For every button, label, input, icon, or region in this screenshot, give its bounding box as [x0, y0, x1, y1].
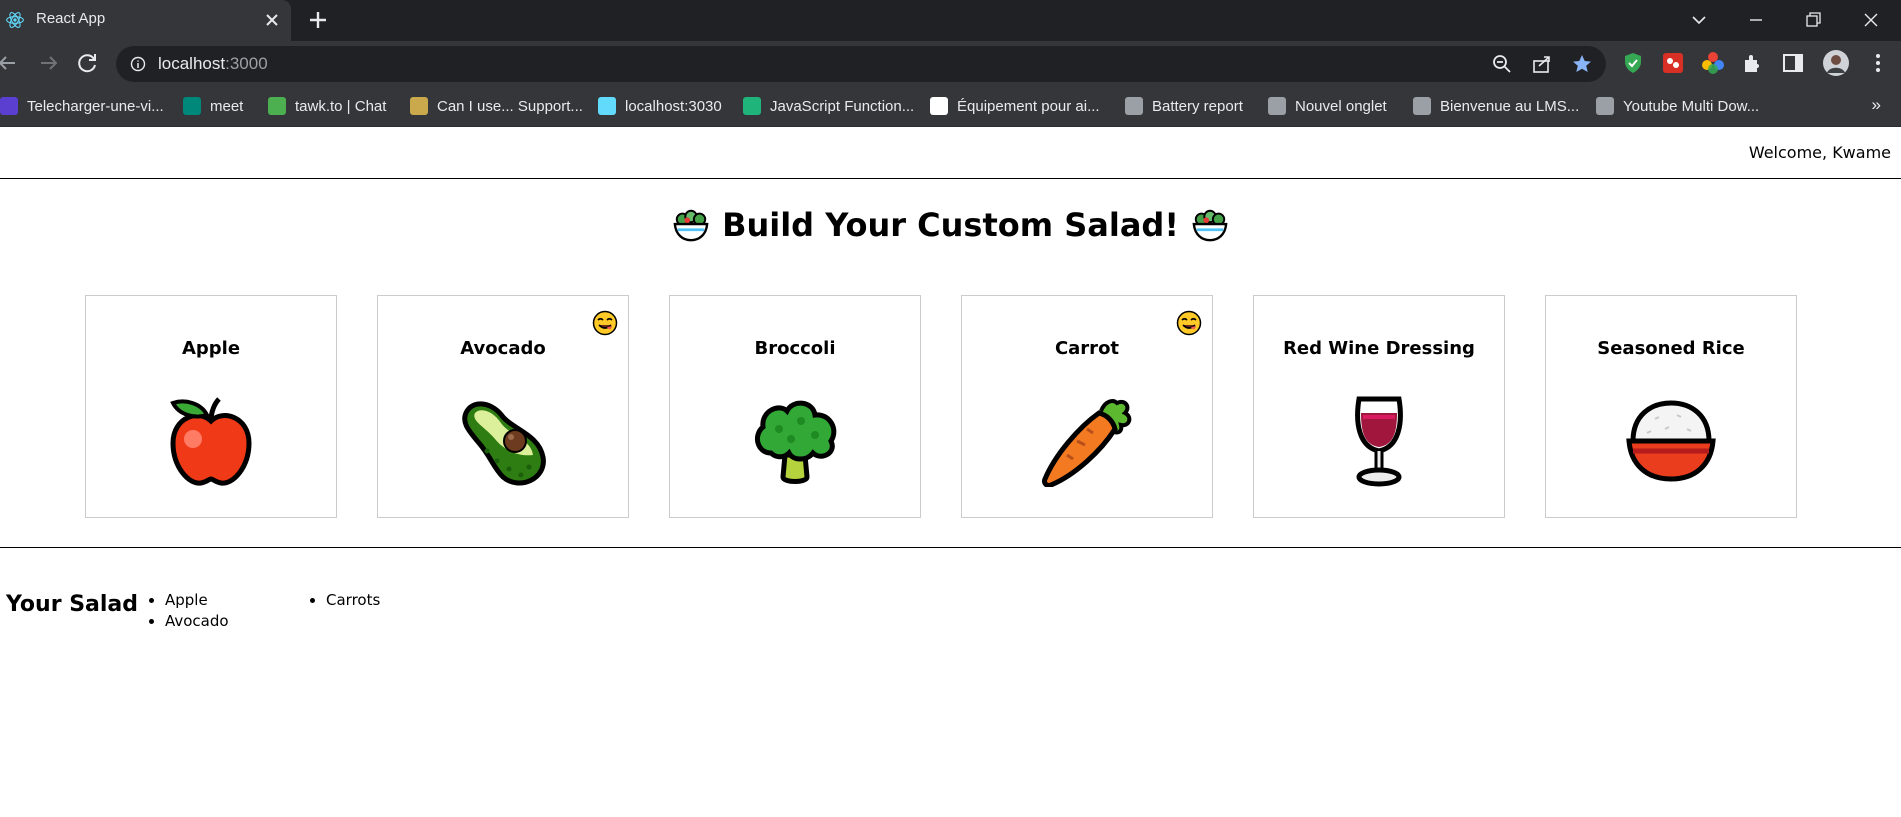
bookmark-item[interactable]: Bienvenue au LMS...: [1413, 94, 1579, 118]
bookmark-item[interactable]: Youtube Multi Dow...: [1596, 94, 1759, 118]
page-title: Build Your Custom Salad!: [722, 206, 1179, 244]
ingredient-card-carrot[interactable]: Carrot: [961, 295, 1213, 518]
close-icon[interactable]: [261, 9, 283, 31]
ingredient-name: Avocado: [460, 338, 546, 359]
ingredient-name: Red Wine Dressing: [1283, 338, 1475, 359]
list-item: Carrots: [326, 590, 465, 611]
salad-items-list: Apple Avocado Carrots: [145, 590, 465, 632]
favorite-emoji-icon[interactable]: [1176, 310, 1202, 336]
bookmark-favicon-icon: [930, 97, 948, 115]
tab-title: React App: [36, 10, 106, 27]
new-tab-icon[interactable]: [306, 8, 330, 32]
bookmarks-bar: Telecharger-une-vi... meet tawk.to | Cha…: [0, 87, 1901, 127]
bookmark-item[interactable]: localhost:3030: [598, 94, 722, 118]
side-panel-icon[interactable]: [1781, 51, 1805, 75]
app-page: Welcome, Kwame Build Your Custom Salad! …: [0, 127, 1901, 817]
salad-bowl-icon: [1192, 209, 1228, 242]
url-text: localhost:3000: [158, 54, 268, 73]
back-icon[interactable]: [0, 50, 20, 76]
bookmark-favicon-icon: [1596, 97, 1614, 115]
welcome-message: Welcome, Kwame: [1748, 143, 1891, 162]
minimize-icon[interactable]: [1743, 7, 1769, 33]
bookmark-favicon-icon: [1268, 97, 1286, 115]
ingredient-name: Broccoli: [754, 338, 836, 359]
apple-icon: [170, 397, 252, 486]
favorite-emoji-icon[interactable]: [592, 310, 618, 336]
bookmark-favicon-icon: [1125, 97, 1143, 115]
bookmark-favicon-icon: [183, 97, 201, 115]
address-bar[interactable]: localhost:3000: [116, 46, 1606, 82]
ingredient-card-seasoned-rice[interactable]: Seasoned Rice: [1545, 295, 1797, 518]
section-divider: [0, 547, 1901, 548]
bookmark-item[interactable]: meet: [183, 94, 243, 118]
ingredient-name: Seasoned Rice: [1597, 338, 1745, 359]
bookmark-item[interactable]: Can I use... Support...: [410, 94, 583, 118]
rice-bowl-icon: [1626, 400, 1716, 482]
ingredient-card-apple[interactable]: Apple: [85, 295, 337, 518]
salad-heading: Your Salad: [6, 592, 139, 617]
reload-icon[interactable]: [75, 50, 101, 76]
bookmark-item[interactable]: Nouvel onglet: [1268, 94, 1387, 118]
ingredient-card-red-wine-dressing[interactable]: Red Wine Dressing: [1253, 295, 1505, 518]
wine-glass-icon: [1355, 396, 1403, 487]
page-heading: Build Your Custom Salad!: [0, 203, 1901, 247]
bookmark-item[interactable]: tawk.to | Chat: [268, 94, 386, 118]
broccoli-icon: [754, 400, 837, 484]
list-item: Avocado: [165, 611, 304, 632]
profile-avatar-icon[interactable]: [1822, 49, 1850, 77]
bookmark-favicon-icon: [0, 97, 18, 115]
restore-icon[interactable]: [1800, 7, 1826, 33]
bookmark-item[interactable]: Telecharger-une-vi...: [0, 94, 164, 118]
extensions-icon[interactable]: [1741, 51, 1765, 75]
browser-tabstrip: React App: [0, 0, 1901, 41]
puzzle-extension-icon[interactable]: [1661, 51, 1685, 75]
site-info-icon[interactable]: [130, 56, 146, 72]
list-item: Apple: [165, 590, 304, 611]
bookmark-star-icon[interactable]: [1571, 53, 1593, 75]
bookmark-item[interactable]: Battery report: [1125, 94, 1243, 118]
bookmark-favicon-icon: [598, 97, 616, 115]
header-divider: [0, 178, 1901, 179]
ingredient-name: Apple: [181, 338, 241, 359]
bookmark-favicon-icon: [268, 97, 286, 115]
browser-tab-active[interactable]: React App: [0, 0, 291, 41]
bookmark-favicon-icon: [743, 97, 761, 115]
more-bookmarks-button[interactable]: »: [1872, 95, 1881, 115]
ingredient-card-broccoli[interactable]: Broccoli: [669, 295, 921, 518]
salad-bowl-icon: [673, 209, 709, 242]
bookmark-favicon-icon: [410, 97, 428, 115]
zoom-icon[interactable]: [1491, 53, 1513, 75]
menu-icon[interactable]: [1866, 51, 1890, 75]
color-picker-icon[interactable]: [1701, 51, 1725, 75]
tab-search-icon[interactable]: [1686, 7, 1712, 33]
browser-toolbar: localhost:3000: [0, 41, 1901, 87]
close-window-icon[interactable]: [1858, 7, 1884, 33]
shield-extension-icon[interactable]: [1621, 51, 1645, 75]
react-icon: [6, 12, 24, 28]
avocado-icon: [462, 401, 546, 486]
bookmark-item[interactable]: Équipement pour ai...: [930, 94, 1100, 118]
carrot-icon: [1042, 399, 1132, 487]
ingredient-card-avocado[interactable]: Avocado: [377, 295, 629, 518]
ingredient-name: Carrot: [1054, 338, 1120, 359]
share-icon[interactable]: [1531, 53, 1553, 75]
bookmark-favicon-icon: [1413, 97, 1431, 115]
bookmark-item[interactable]: JavaScript Function...: [743, 94, 914, 118]
forward-icon[interactable]: [36, 50, 62, 76]
